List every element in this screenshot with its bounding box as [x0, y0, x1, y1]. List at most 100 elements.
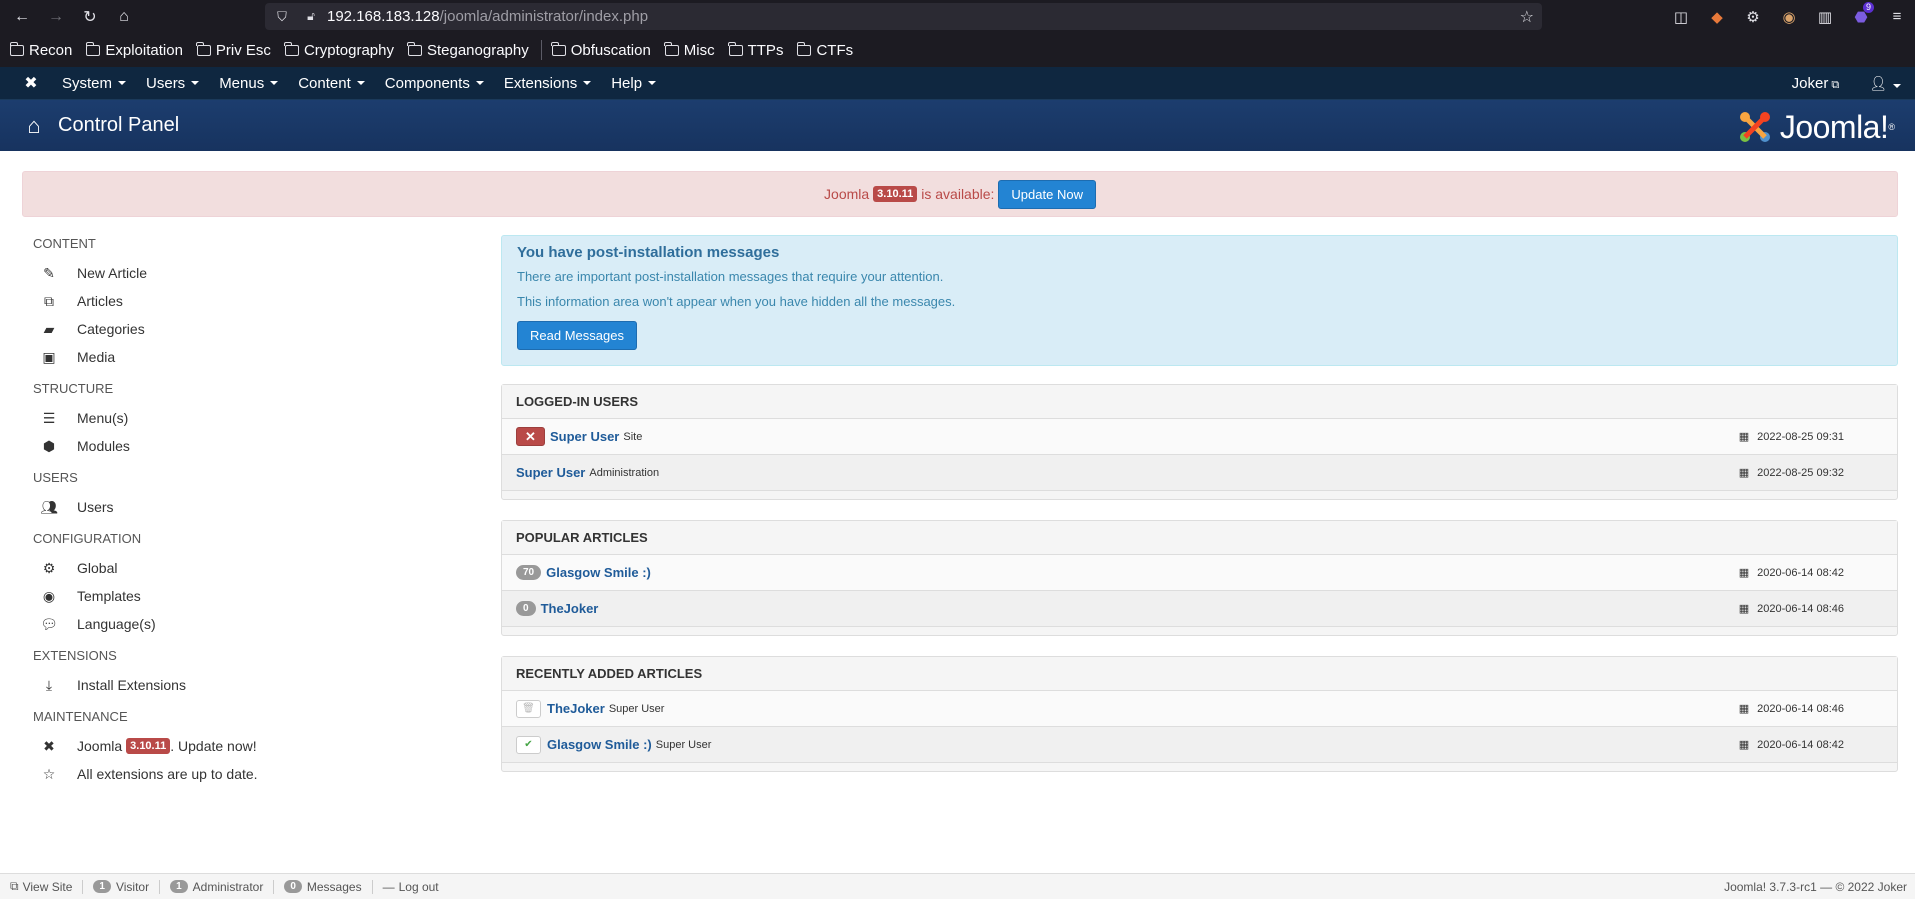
nav-label: Content [298, 74, 351, 92]
view-site-link[interactable]: ⧉ View Site [0, 879, 84, 894]
bookmark-priv-esc[interactable]: Priv Esc [196, 41, 271, 59]
nav-users[interactable]: Users [146, 75, 200, 92]
sidebar-item-articles[interactable]: ⧉ Articles [33, 287, 453, 315]
caret-down-icon [118, 81, 127, 85]
comments-icon: 💬︎ [40, 615, 58, 632]
sidebar-item-categories[interactable]: ▰ Categories [33, 315, 453, 343]
article-link[interactable]: Glasgow Smile :) [547, 737, 652, 752]
date-cell: ▦ 2020-06-14 08:42 [1739, 738, 1844, 752]
home-icon: ⌂ [27, 112, 41, 138]
bookmarks-bar: Recon Exploitation Priv Esc Cryptography… [0, 33, 1915, 67]
bookmark-ttps[interactable]: TTPs [728, 41, 783, 59]
trash-icon[interactable]: 🗑︎ [516, 699, 541, 718]
hits-badge: 70 [516, 565, 542, 580]
forward-arrow-icon[interactable]: → [42, 3, 70, 31]
date-cell: ▦ 2020-06-14 08:46 [1738, 702, 1844, 716]
user-icon: 👤︎ [1869, 75, 1887, 91]
table-row: Super User Administration ▦ 2022-08-25 09… [502, 455, 1897, 491]
caret-down-icon [648, 81, 657, 85]
status-label: View Site [22, 879, 73, 894]
joomla-nav-icon[interactable]: ✖ [20, 72, 42, 94]
download-icon: ⤓ [45, 676, 53, 693]
visitor-count-badge: 1 [93, 880, 111, 893]
sidebar-item-templates[interactable]: ◉ Templates [33, 582, 453, 610]
sidebar-item-label: Global [77, 560, 118, 576]
bookmark-misc[interactable]: Misc [664, 41, 715, 59]
hacktools-icon[interactable]: ⬣ 9 [1843, 1, 1879, 29]
back-arrow-icon[interactable]: ← [8, 3, 36, 31]
sidebar-item-joomla-update[interactable]: ✖ Joomla 3.10.11. Update now! [33, 732, 453, 760]
published-check-icon[interactable]: ✔ [516, 735, 541, 754]
nav-system[interactable]: System [62, 75, 127, 92]
nav-help[interactable]: Help [611, 75, 657, 92]
sidebar-heading: MAINTENANCE [33, 709, 128, 724]
tracking-shield-icon[interactable]: ⛉ [273, 9, 291, 25]
sidebar-item-label: Joomla [77, 738, 123, 754]
date-value: 2020-06-14 08:46 [1757, 702, 1844, 715]
nav-site-link[interactable]: Joker ⧉ [1792, 75, 1840, 92]
version-badge: 3.10.11 [126, 738, 171, 754]
wappalyzer-icon[interactable]: ⚙ [1735, 5, 1771, 29]
sidebar-item-modules[interactable]: ⬢ Modules [33, 432, 453, 460]
user-menu[interactable]: 👤︎ [1869, 75, 1901, 92]
bookmark-steganography[interactable]: Steganography [407, 41, 529, 59]
visitors-link[interactable]: 1 Visitor [83, 879, 161, 894]
star-icon: ☆ [42, 765, 56, 782]
administrators-link[interactable]: 1 Administrator [160, 879, 275, 894]
main-content: You have post-installation messages Ther… [501, 235, 1898, 772]
joomla-icon: ✖ [43, 737, 55, 754]
logout-link[interactable]: — Log out [373, 880, 449, 894]
nav-menus[interactable]: Menus [219, 75, 279, 92]
pocket-icon[interactable]: ◫ [1663, 5, 1699, 29]
folder-open-icon: ▰ [43, 320, 55, 337]
sidebar: CONTENT ✎ New Article ⧉ Articles ▰ Categori… [33, 236, 453, 798]
menu-hamburger-icon[interactable]: ≡ [1879, 5, 1915, 29]
bookmark-recon[interactable]: Recon [9, 41, 72, 59]
sidebar-group-structure: STRUCTURE ☰ Menu(s) ⬢ Modules [33, 381, 453, 460]
bookmark-obfuscation[interactable]: Obfuscation [551, 41, 651, 59]
sidebar-item-global[interactable]: ⚙ Global [33, 554, 453, 582]
sidebar-item-media[interactable]: ▣ Media [33, 343, 453, 371]
minus-icon: — [382, 879, 395, 894]
clipboard-icon[interactable]: ▥ [1807, 5, 1843, 29]
sidebar-item-install-extensions[interactable]: ⤓ Install Extensions [33, 671, 453, 699]
article-link[interactable]: TheJoker [541, 601, 599, 616]
sidebar-item-languages[interactable]: 💬︎ Language(s) [33, 610, 453, 638]
date-value: 2020-06-14 08:46 [1757, 602, 1844, 615]
caret-down-icon [270, 81, 279, 85]
connection-icon[interactable]: 🔓︎ [303, 9, 319, 24]
sidebar-item-extensions-status[interactable]: ☆ All extensions are up to date. [33, 760, 453, 788]
url-bar[interactable]: ⛉ 🔓︎ 192.168.183.128/joomla/administrato… [265, 3, 1542, 30]
bookmark-exploitation[interactable]: Exploitation [85, 41, 183, 59]
article-link[interactable]: TheJoker [547, 701, 605, 716]
bookmark-cryptography[interactable]: Cryptography [284, 41, 394, 59]
page-header: ⌂ Control Panel Joomla! ® [0, 100, 1915, 151]
nav-components[interactable]: Components [385, 75, 484, 92]
caret-down-icon [475, 81, 484, 85]
bookmark-ctfs[interactable]: CTFs [796, 41, 853, 59]
copy-icon: ⧉ [44, 292, 54, 309]
calendar-icon: ▦ [1738, 703, 1750, 715]
nav-extensions[interactable]: Extensions [504, 75, 592, 92]
hits-badge: 0 [516, 601, 536, 616]
user-link[interactable]: Super User [550, 429, 619, 444]
foxyproxy-icon[interactable]: ◆ [1699, 5, 1735, 29]
nav-content[interactable]: Content [298, 75, 365, 92]
home-icon[interactable]: ⌂ [110, 3, 138, 31]
sidebar-item-label: Install Extensions [77, 677, 186, 693]
user-link[interactable]: Super User [516, 465, 585, 480]
update-now-button[interactable]: Update Now [998, 179, 1096, 209]
sidebar-heading: CONFIGURATION [33, 531, 142, 546]
messages-link[interactable]: 0 Messages [274, 879, 373, 894]
reload-icon[interactable]: ↻ [76, 3, 104, 31]
logout-user-button[interactable]: ✕ [516, 427, 545, 446]
sidebar-item-menus[interactable]: ☰ Menu(s) [33, 404, 453, 432]
sidebar-item-label: All extensions are up to date. [77, 766, 258, 782]
bookmark-star-icon[interactable]: ☆ [1520, 7, 1534, 27]
cookie-editor-icon[interactable]: ◉ [1771, 5, 1807, 29]
sidebar-item-new-article[interactable]: ✎ New Article [33, 259, 453, 287]
article-link[interactable]: Glasgow Smile :) [546, 565, 651, 580]
sidebar-item-users[interactable]: 👥︎ Users [33, 493, 453, 521]
folder-icon [728, 41, 743, 56]
read-messages-button[interactable]: Read Messages [517, 321, 637, 350]
